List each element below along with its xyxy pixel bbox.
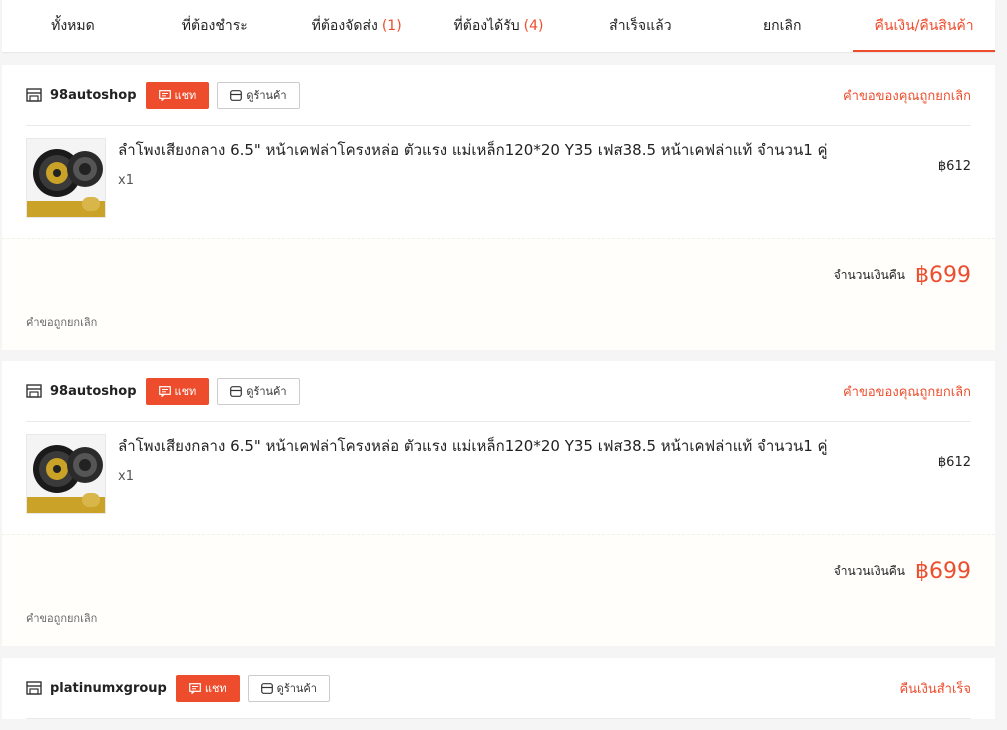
- shop-row: 98autoshop แชท ดูร้านค้า คำขอของคุณถูกยก…: [26, 361, 971, 422]
- tab-label: ทั้งหมด: [51, 18, 95, 34]
- shop-icon: [26, 88, 42, 102]
- shop-icon: [230, 385, 243, 397]
- cancel-note: คำขอถูกยกเลิก: [26, 316, 98, 329]
- tab-return-refund[interactable]: คืนเงิน/คืนสินค้า: [853, 0, 995, 52]
- product-image[interactable]: [26, 434, 106, 514]
- shop-icon: [26, 384, 42, 398]
- product-price: ฿612: [937, 159, 971, 174]
- tab-all[interactable]: ทั้งหมด: [2, 0, 144, 52]
- order-header: 98autoshop แชท ดูร้านค้า คำขอของคุณถูกยก…: [2, 65, 995, 238]
- tab-label: สำเร็จแล้ว: [609, 18, 672, 34]
- order-header: 98autoshop แชท ดูร้านค้า คำขอของคุณถูกยก…: [2, 361, 995, 534]
- order-card: 98autoshop แชท ดูร้านค้า คำขอของคุณถูกยก…: [2, 65, 995, 350]
- tab-label: ยกเลิก: [762, 18, 802, 34]
- order-status: คำขอของคุณถูกยกเลิก: [842, 384, 971, 400]
- tab-label: ที่ต้องจัดส่ง: [311, 18, 378, 34]
- shop-row: platinumxgroup แชท ดูร้านค้า คืนเงินสำเร…: [26, 658, 971, 719]
- refund-amount: ฿699: [915, 559, 971, 584]
- chat-button[interactable]: แชท: [145, 81, 210, 109]
- product-title[interactable]: ลำโพงเสียงกลาง 6.5" หน้าเคฟล่าโครงหล่อ ต…: [118, 435, 828, 457]
- product-quantity: x1: [118, 469, 134, 484]
- chat-button[interactable]: แชท: [175, 674, 240, 702]
- order-footer: จำนวนเงินคืน ฿699 คำขอถูกยกเลิก: [2, 534, 995, 646]
- view-shop-label: ดูร้านค้า: [246, 385, 287, 398]
- order-card: platinumxgroup แชท ดูร้านค้า คืนเงินสำเร…: [2, 658, 995, 719]
- chat-button[interactable]: แชท: [145, 377, 210, 405]
- tab-label: ที่ต้องได้รับ: [453, 18, 520, 34]
- product-title[interactable]: ลำโพงเสียงกลาง 6.5" หน้าเคฟล่าโครงหล่อ ต…: [118, 139, 828, 161]
- view-shop-label: ดูร้านค้า: [276, 682, 317, 695]
- cancel-note: คำขอถูกยกเลิก: [26, 612, 98, 625]
- shop-icon: [230, 89, 243, 101]
- chat-icon: [158, 89, 171, 101]
- shop-icon: [26, 681, 42, 695]
- refund-label: จำนวนเงินคืน: [833, 564, 905, 578]
- order-status-tabs: ทั้งหมด ที่ต้องชำระ ที่ต้องจัดส่ง (1) ที่…: [2, 0, 995, 52]
- product-quantity: x1: [118, 173, 134, 188]
- order-footer: จำนวนเงินคืน ฿699 คำขอถูกยกเลิก: [2, 238, 995, 350]
- order-header: platinumxgroup แชท ดูร้านค้า คืนเงินสำเร…: [2, 658, 995, 719]
- tab-count: (4): [523, 18, 544, 34]
- shop-name[interactable]: 98autoshop: [50, 88, 137, 103]
- product-price: ฿612: [937, 455, 971, 470]
- chat-icon: [158, 385, 171, 397]
- tab-to-receive[interactable]: ที่ต้องได้รับ (4): [428, 0, 570, 52]
- tab-count: (1): [381, 18, 402, 34]
- order-card: 98autoshop แชท ดูร้านค้า คำขอของคุณถูกยก…: [2, 361, 995, 646]
- shop-icon: [260, 682, 273, 694]
- shop-row: 98autoshop แชท ดูร้านค้า คำขอของคุณถูกยก…: [26, 65, 971, 126]
- tab-label: ที่ต้องชำระ: [181, 18, 248, 34]
- tab-to-pay[interactable]: ที่ต้องชำระ: [144, 0, 286, 52]
- product-row[interactable]: ลำโพงเสียงกลาง 6.5" หน้าเคฟล่าโครงหล่อ ต…: [26, 422, 971, 534]
- view-shop-label: ดูร้านค้า: [246, 89, 287, 102]
- chat-button-label: แชท: [174, 385, 197, 398]
- tab-cancelled[interactable]: ยกเลิก: [711, 0, 853, 52]
- shop-name[interactable]: platinumxgroup: [50, 681, 167, 696]
- order-status: คืนเงินสำเร็จ: [899, 681, 971, 697]
- tab-to-ship[interactable]: ที่ต้องจัดส่ง (1): [286, 0, 428, 52]
- chat-button-label: แชท: [204, 682, 227, 695]
- view-shop-button[interactable]: ดูร้านค้า: [217, 377, 300, 405]
- refund-amount: ฿699: [915, 263, 971, 288]
- tab-completed[interactable]: สำเร็จแล้ว: [569, 0, 711, 52]
- refund-amount-line: จำนวนเงินคืน ฿699: [834, 559, 971, 584]
- product-image[interactable]: [26, 138, 106, 218]
- chat-button-label: แชท: [174, 89, 197, 102]
- view-shop-button[interactable]: ดูร้านค้า: [217, 81, 300, 109]
- tab-label: คืนเงิน/คืนสินค้า: [874, 18, 974, 34]
- view-shop-button[interactable]: ดูร้านค้า: [247, 674, 330, 702]
- shop-name[interactable]: 98autoshop: [50, 384, 137, 399]
- chat-icon: [188, 682, 201, 694]
- refund-label: จำนวนเงินคืน: [833, 268, 905, 282]
- product-info: ลำโพงเสียงกลาง 6.5" หน้าเคฟล่าโครงหล่อ ต…: [118, 138, 828, 188]
- product-info: ลำโพงเสียงกลาง 6.5" หน้าเคฟล่าโครงหล่อ ต…: [118, 434, 828, 484]
- refund-amount-line: จำนวนเงินคืน ฿699: [834, 263, 971, 288]
- order-status: คำขอของคุณถูกยกเลิก: [842, 88, 971, 104]
- product-row[interactable]: ลำโพงเสียงกลาง 6.5" หน้าเคฟล่าโครงหล่อ ต…: [26, 126, 971, 238]
